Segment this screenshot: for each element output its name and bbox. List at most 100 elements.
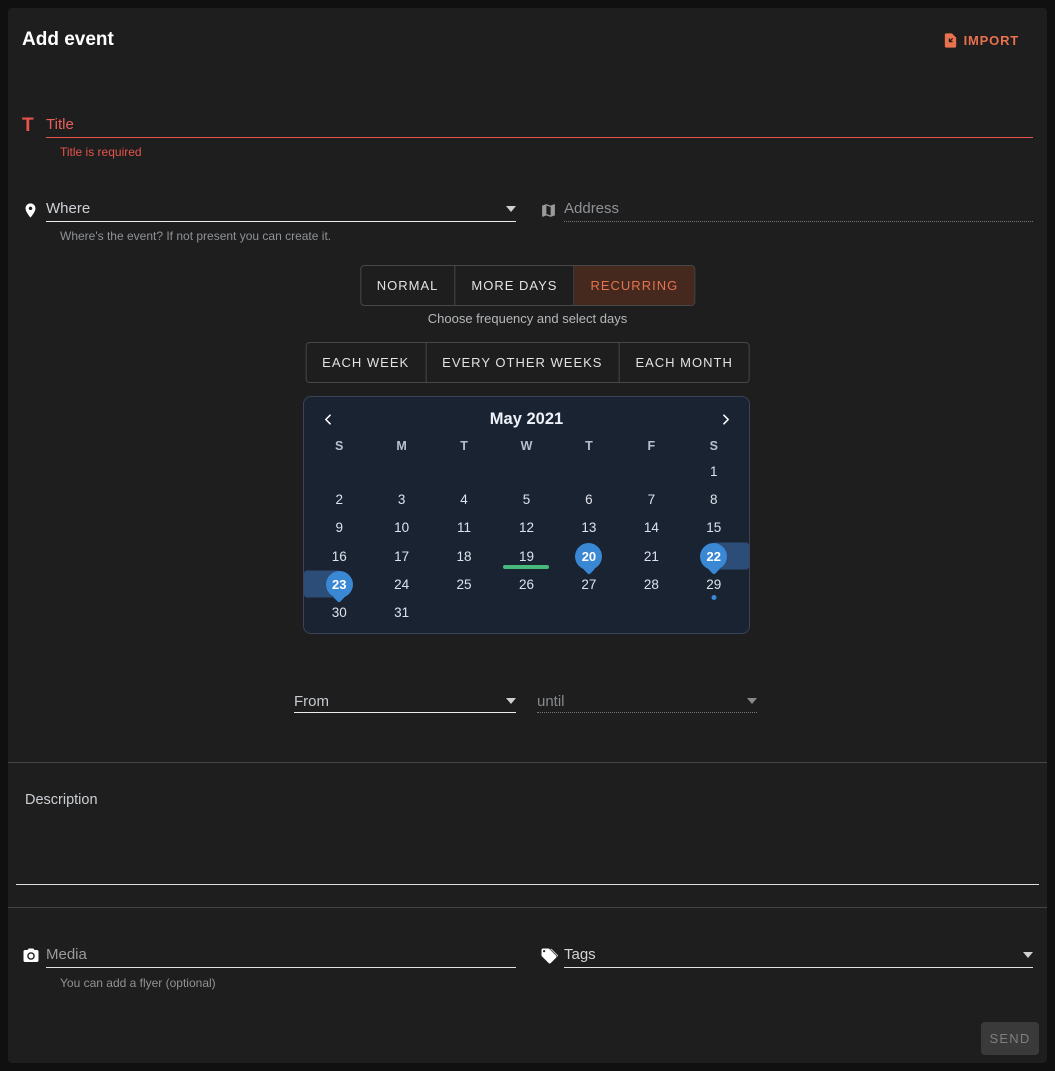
from-field[interactable]: From — [294, 690, 516, 713]
day-number: 23 — [326, 571, 353, 598]
calendar-day[interactable]: 8 — [683, 485, 745, 513]
toggle-recurring[interactable]: RECURRING — [574, 266, 694, 305]
import-label: IMPORT — [964, 33, 1019, 48]
address-field[interactable]: Address — [540, 196, 1033, 222]
chevron-down-icon — [506, 206, 516, 212]
calendar-day[interactable]: 1 — [683, 457, 745, 485]
calendar-day[interactable]: 11 — [433, 514, 495, 542]
day-number: 25 — [457, 577, 472, 592]
weekday-label: S — [308, 435, 370, 457]
calendar-month-title: May 2021 — [348, 410, 705, 429]
calendar: May 2021 SMTWTFS 12345678910111213141516… — [303, 396, 750, 634]
day-number: 6 — [585, 492, 593, 507]
calendar-day-empty — [620, 598, 682, 626]
calendar-day-empty — [495, 457, 557, 485]
calendar-day[interactable]: 7 — [620, 485, 682, 513]
toggle-normal[interactable]: NORMAL — [361, 266, 456, 305]
calendar-day[interactable]: 10 — [370, 514, 432, 542]
address-placeholder: Address — [564, 200, 619, 217]
where-helper-text: Where's the event? If not present you ca… — [60, 229, 331, 243]
calendar-day[interactable]: 19 — [495, 542, 557, 570]
calendar-prev-button[interactable] — [308, 412, 348, 427]
section-divider — [8, 762, 1047, 763]
calendar-day[interactable]: 20 — [558, 542, 620, 570]
weekday-label: T — [433, 435, 495, 457]
day-number: 2 — [335, 492, 343, 507]
calendar-weekdays: SMTWTFS — [308, 435, 745, 457]
section-divider — [8, 907, 1047, 908]
until-field[interactable]: until — [537, 690, 757, 713]
day-number: 1 — [710, 464, 718, 479]
title-placeholder: Title — [46, 116, 74, 133]
toggle-every-other-weeks[interactable]: EVERY OTHER WEEKS — [426, 343, 619, 382]
weekday-label: M — [370, 435, 432, 457]
calendar-day-empty — [683, 598, 745, 626]
day-number: 20 — [575, 543, 602, 570]
calendar-day[interactable]: 12 — [495, 514, 557, 542]
calendar-day-empty — [433, 598, 495, 626]
calendar-day[interactable]: 15 — [683, 514, 745, 542]
calendar-day[interactable]: 9 — [308, 514, 370, 542]
day-number: 7 — [648, 492, 656, 507]
description-field[interactable]: Description — [16, 784, 1039, 885]
day-number: 14 — [644, 520, 659, 535]
calendar-day[interactable]: 5 — [495, 485, 557, 513]
page-title: Add event — [22, 29, 114, 51]
description-label: Description — [25, 792, 98, 808]
calendar-day[interactable]: 23 — [308, 570, 370, 598]
calendar-day[interactable]: 21 — [620, 542, 682, 570]
day-number: 3 — [398, 492, 406, 507]
where-field[interactable]: Where — [22, 196, 516, 222]
where-label: Where — [46, 200, 90, 217]
day-number: 30 — [332, 605, 347, 620]
media-field[interactable]: Media — [22, 942, 516, 968]
day-number: 8 — [710, 492, 718, 507]
day-number: 10 — [394, 520, 409, 535]
title-error-text: Title is required — [60, 145, 142, 159]
file-import-icon — [942, 32, 959, 49]
calendar-day[interactable]: 30 — [308, 598, 370, 626]
chevron-down-icon — [1023, 952, 1033, 958]
day-number: 19 — [519, 549, 534, 564]
day-number: 11 — [457, 520, 471, 535]
frequency-toggle-group: EACH WEEK EVERY OTHER WEEKS EACH MONTH — [305, 342, 750, 383]
camera-icon — [22, 947, 46, 968]
day-number: 29 — [706, 577, 721, 592]
day-number: 15 — [706, 520, 721, 535]
toggle-each-month[interactable]: EACH MONTH — [619, 343, 748, 382]
media-placeholder: Media — [46, 946, 87, 963]
calendar-day[interactable]: 16 — [308, 542, 370, 570]
calendar-next-button[interactable] — [705, 412, 745, 427]
calendar-day[interactable]: 22 — [683, 542, 745, 570]
calendar-day[interactable]: 3 — [370, 485, 432, 513]
toggle-more-days[interactable]: MORE DAYS — [455, 266, 574, 305]
calendar-day[interactable]: 4 — [433, 485, 495, 513]
calendar-grid: 1234567891011121314151617181920212223242… — [308, 457, 745, 627]
toggle-each-week[interactable]: EACH WEEK — [306, 343, 426, 382]
day-number: 24 — [394, 577, 409, 592]
calendar-day[interactable]: 31 — [370, 598, 432, 626]
calendar-day-empty — [495, 598, 557, 626]
calendar-day[interactable]: 2 — [308, 485, 370, 513]
calendar-day-empty — [620, 457, 682, 485]
calendar-day[interactable]: 14 — [620, 514, 682, 542]
mode-toggle-group: NORMAL MORE DAYS RECURRING — [360, 265, 695, 306]
calendar-day[interactable]: 6 — [558, 485, 620, 513]
title-icon: T — [22, 117, 46, 138]
calendar-day[interactable]: 18 — [433, 542, 495, 570]
calendar-day[interactable]: 26 — [495, 570, 557, 598]
event-indicator-bar — [503, 565, 549, 569]
day-number: 31 — [394, 605, 409, 620]
title-field[interactable]: T Title — [22, 112, 1033, 138]
calendar-day[interactable]: 28 — [620, 570, 682, 598]
calendar-day-empty — [558, 598, 620, 626]
calendar-day[interactable]: 13 — [558, 514, 620, 542]
day-number: 26 — [519, 577, 534, 592]
tags-field[interactable]: Tags — [540, 942, 1033, 968]
calendar-day[interactable]: 24 — [370, 570, 432, 598]
import-button[interactable]: IMPORT — [942, 32, 1019, 49]
send-button[interactable]: SEND — [981, 1022, 1039, 1055]
calendar-day-empty — [370, 457, 432, 485]
calendar-day[interactable]: 17 — [370, 542, 432, 570]
calendar-day[interactable]: 25 — [433, 570, 495, 598]
